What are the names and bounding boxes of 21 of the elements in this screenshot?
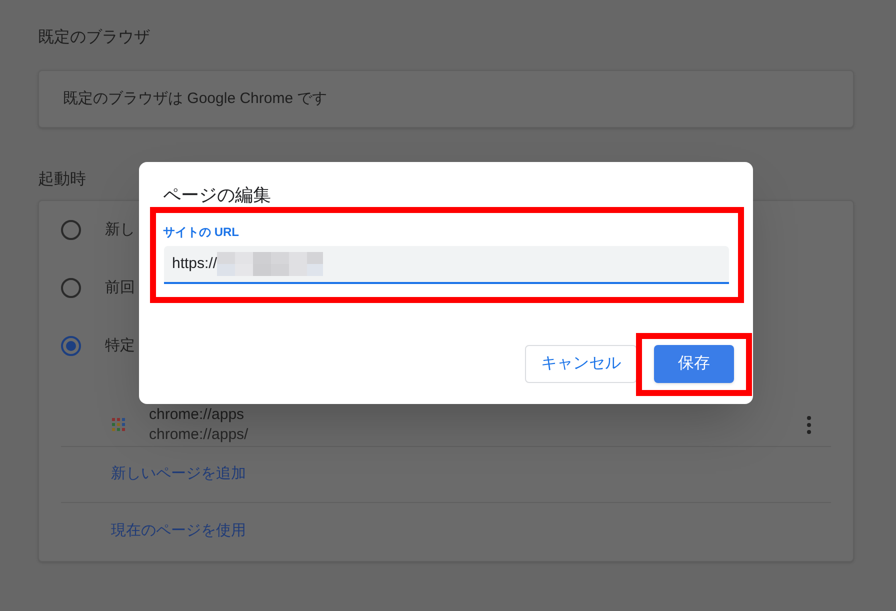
radio-label: 新し: [105, 220, 135, 240]
save-button[interactable]: 保存: [654, 345, 734, 383]
more-options-icon[interactable]: [807, 416, 811, 434]
radio-label: 前回: [105, 278, 135, 298]
apps-grid-icon: [111, 416, 127, 432]
radio-label: 特定: [105, 336, 135, 356]
dialog-title: ページの編集: [163, 184, 271, 207]
url-value: https://: [172, 254, 218, 274]
url-input-field[interactable]: https://: [164, 246, 729, 284]
section-heading: 既定のブラウザ: [38, 28, 151, 48]
page-title: chrome://apps: [149, 404, 246, 424]
radio-button[interactable]: [61, 220, 81, 240]
radio-button[interactable]: [61, 336, 81, 356]
section-heading: 起動時: [38, 170, 87, 190]
use-current-page-link[interactable]: 現在のページを使用: [111, 520, 246, 542]
cancel-button[interactable]: キャンセル: [525, 345, 637, 383]
add-page-link[interactable]: 新しいページを追加: [111, 463, 246, 486]
default-browser-status: 既定のブラウザは Google Chrome です: [63, 88, 328, 109]
field-label: サイトの URL: [163, 224, 239, 241]
page-url: chrome://apps/: [149, 424, 250, 444]
radio-button[interactable]: [61, 278, 81, 298]
